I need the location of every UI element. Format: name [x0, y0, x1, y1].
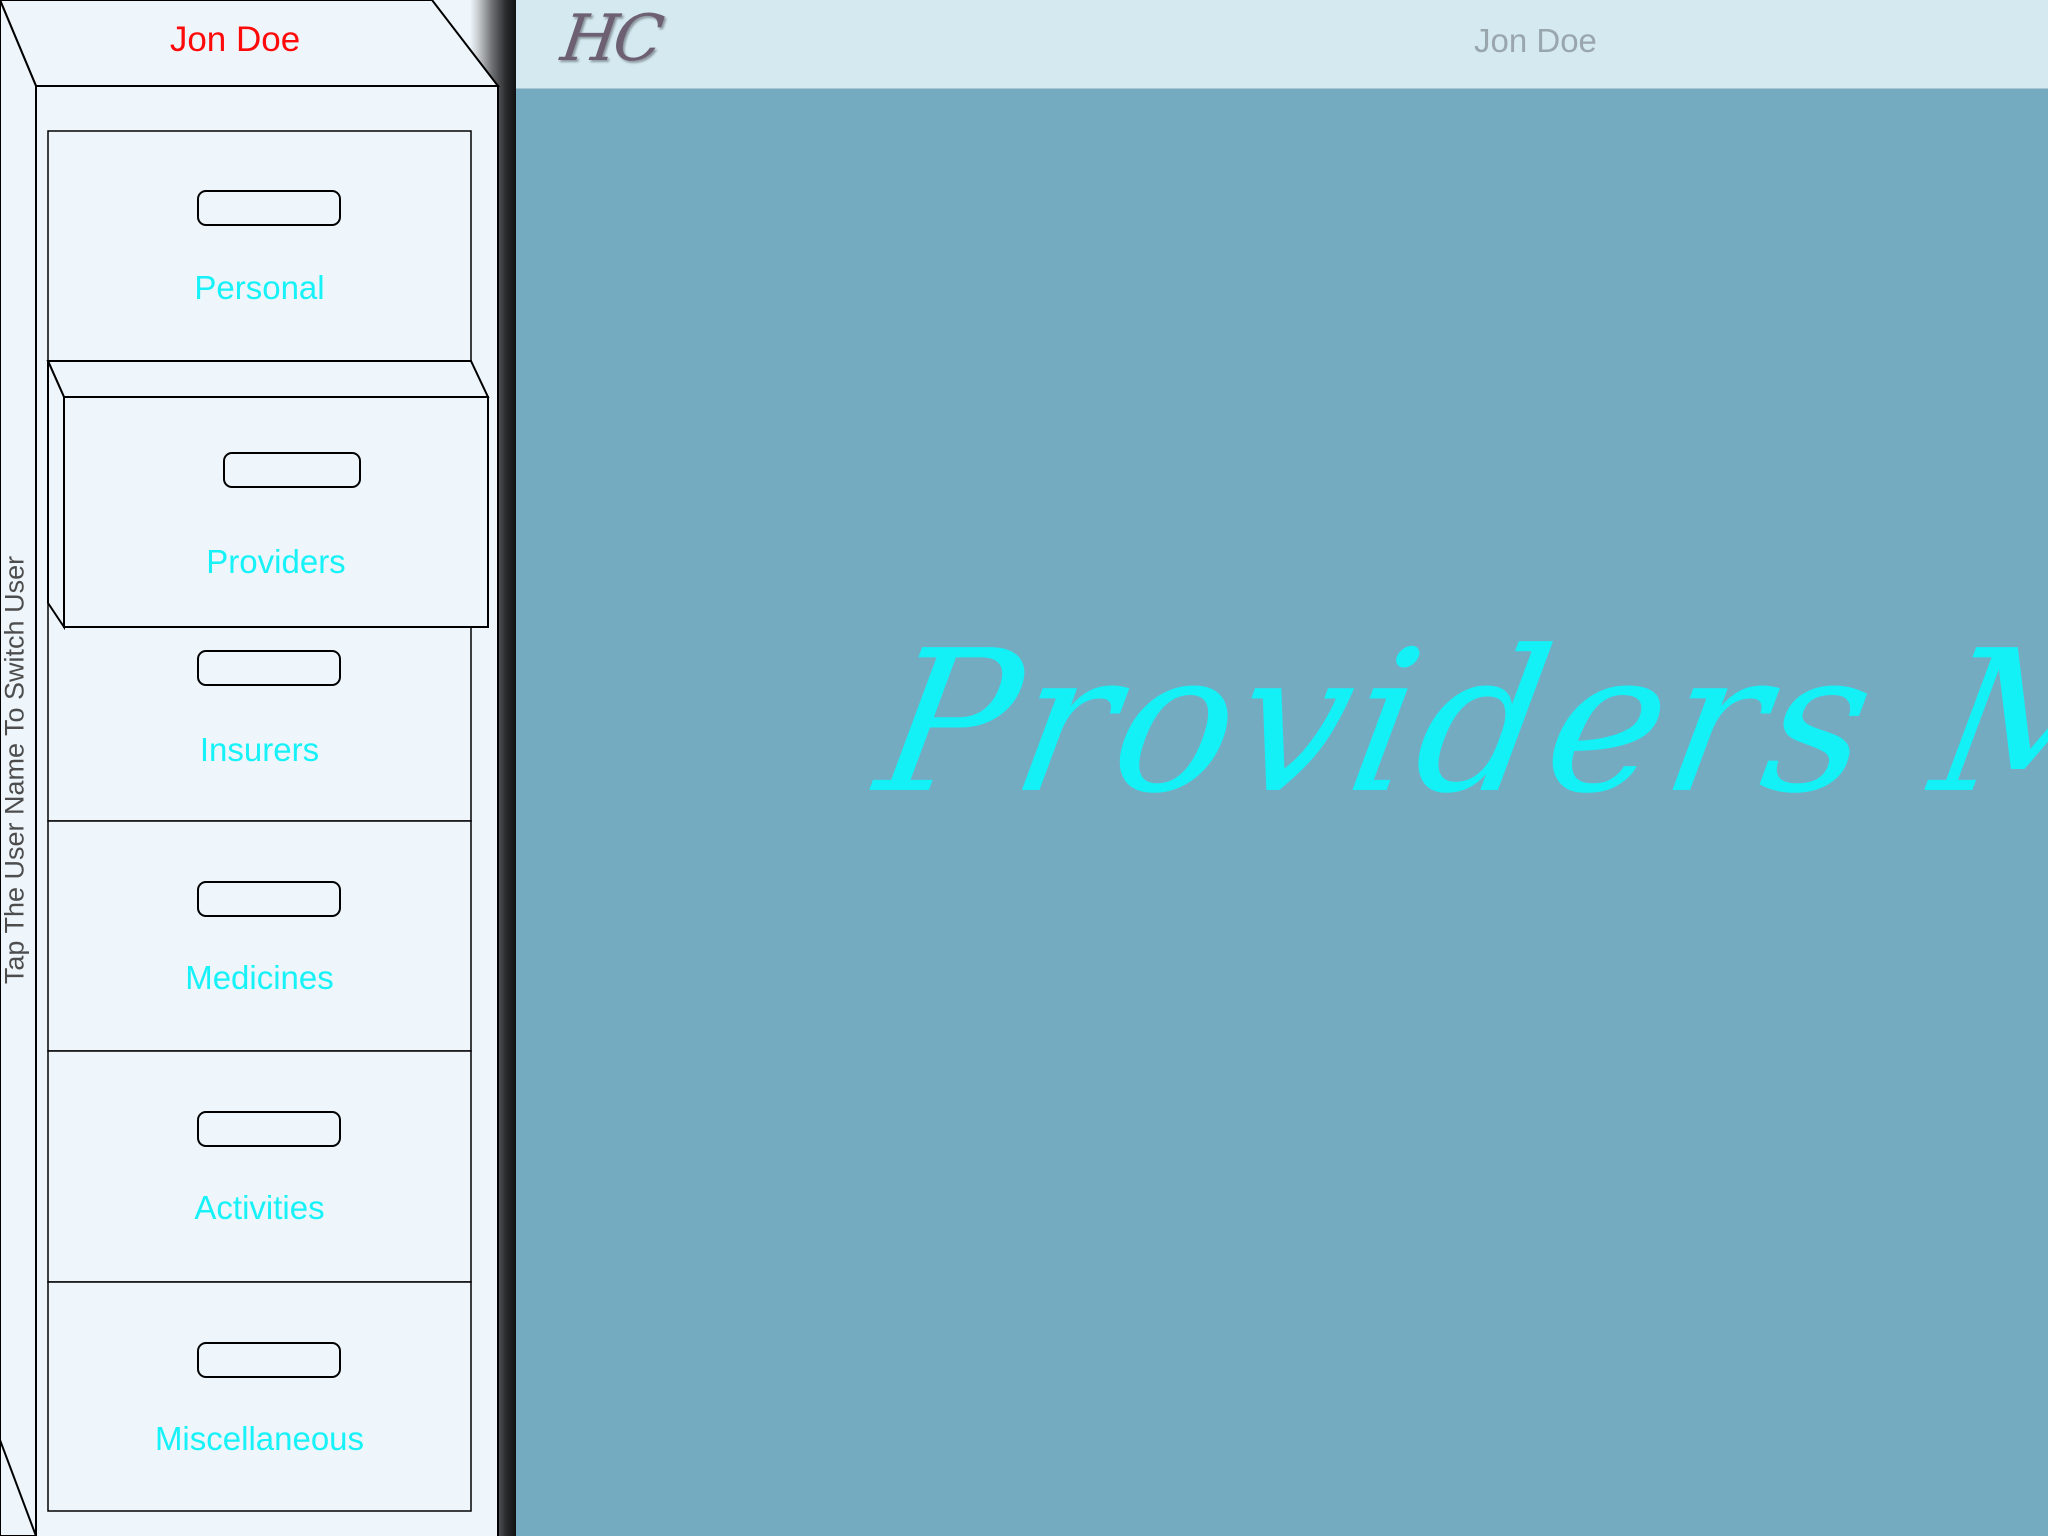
main-content: Providers Manag: [516, 89, 2048, 1536]
switch-user-hint: Tap The User Name To Switch User: [0, 555, 30, 985]
top-bar: HC Jon Doe: [516, 0, 2048, 89]
drawer-label: Miscellaneous: [154, 1420, 365, 1457]
switch-user-name[interactable]: Jon Doe: [40, 20, 430, 60]
drawer-miscellaneous[interactable]: Miscellaneous: [48, 1282, 471, 1511]
drawer-insurers[interactable]: Insurers: [48, 627, 471, 821]
drawer-medicines[interactable]: Medicines: [48, 821, 471, 1051]
app-logo: HC: [556, 2, 664, 76]
drawer-label: Personal: [194, 269, 325, 306]
page-title: Providers Manag: [863, 609, 2048, 837]
drawer-providers[interactable]: Providers: [64, 397, 488, 627]
header-user-name: Jon Doe: [1474, 22, 1597, 59]
drawer-label: Activities: [194, 1189, 325, 1226]
drawer-personal[interactable]: Personal: [48, 131, 471, 361]
filing-cabinet-sidebar: Jon Doe Tap The User Name To Switch User…: [0, 0, 516, 1536]
drawer-label: Providers: [206, 543, 346, 580]
drawer-activities[interactable]: Activities: [48, 1051, 471, 1282]
app-root: Jon Doe Tap The User Name To Switch User…: [0, 0, 2048, 1536]
drawer-label: Medicines: [185, 959, 334, 996]
drawer-label: Insurers: [199, 731, 320, 768]
